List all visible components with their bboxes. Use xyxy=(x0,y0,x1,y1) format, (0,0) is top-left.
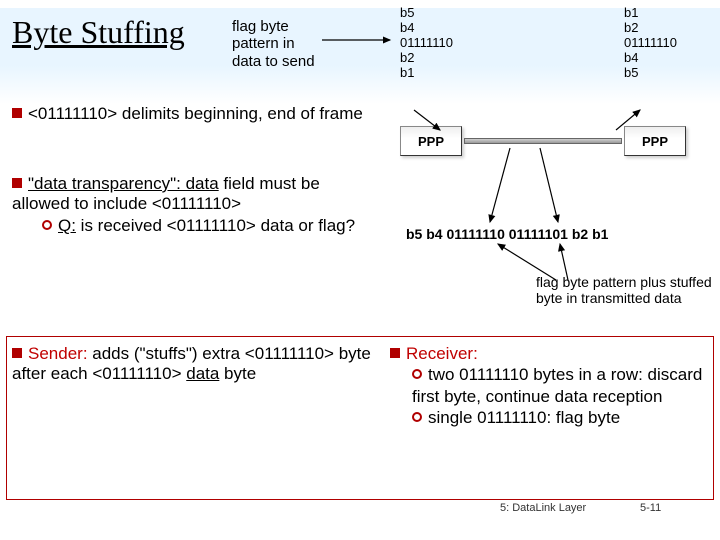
receiver-label: Receiver: xyxy=(406,344,478,363)
byte-stream: b5 b4 01111110 01111101 b2 b1 xyxy=(406,226,608,242)
left-byte-col: b5 b4 01111110 b2 b1 xyxy=(400,6,472,81)
bullet-text: <01111110> delimits beginning, end of fr… xyxy=(28,104,363,123)
receiver-sub2: single 01111110: flag byte xyxy=(428,408,620,427)
circle-bullet-icon xyxy=(42,220,52,230)
ppp-left-box: PPP xyxy=(400,126,462,156)
q-text: is received <01111110> data or flag? xyxy=(76,216,355,235)
byte-label: 01111110 xyxy=(624,36,696,51)
ppp-diagram: b5 b4 01111110 b2 b1 b1 b2 01111110 b4 b… xyxy=(380,10,710,220)
byte-label: 01111110 xyxy=(400,36,472,51)
byte-label: b1 xyxy=(624,6,696,21)
bullet-receiver: Receiver: two 01111110 bytes in a row: d… xyxy=(390,344,710,428)
data-word: data xyxy=(186,364,219,383)
stuffed-label: flag byte pattern plus stuffed byte in t… xyxy=(536,274,716,306)
square-bullet-icon xyxy=(12,108,22,118)
sender-tail: byte xyxy=(219,364,256,383)
circle-bullet-icon xyxy=(412,369,422,379)
byte-label: b2 xyxy=(400,51,472,66)
bullet-sender: Sender: adds ("stuffs") extra <01111110>… xyxy=(12,344,382,385)
byte-label: b2 xyxy=(624,21,696,36)
byte-label: b5 xyxy=(400,6,472,21)
bullet-delimits: <01111110> delimits beginning, end of fr… xyxy=(12,104,372,124)
byte-label: b4 xyxy=(400,21,472,36)
square-bullet-icon xyxy=(390,348,400,358)
right-byte-col: b1 b2 01111110 b4 b5 xyxy=(624,6,696,81)
byte-label: b5 xyxy=(624,66,696,81)
receiver-sub1: two 01111110 bytes in a row: discard fir… xyxy=(412,365,702,405)
byte-label: b4 xyxy=(624,51,696,66)
bullet-transparency: "data transparency": data field must be … xyxy=(12,174,377,236)
page-number: 5-11 xyxy=(640,502,661,514)
link-bar xyxy=(464,138,622,144)
ppp-right-box: PPP xyxy=(624,126,686,156)
flag-byte-label: flag byte pattern in data to send xyxy=(232,18,322,70)
page-title: Byte Stuffing xyxy=(12,14,185,51)
circle-bullet-icon xyxy=(412,412,422,422)
square-bullet-icon xyxy=(12,178,22,188)
sender-label: Sender: xyxy=(28,344,88,363)
square-bullet-icon xyxy=(12,348,22,358)
q-label: Q: xyxy=(58,216,76,235)
footer-text: 5: DataLink Layer xyxy=(500,502,586,514)
bullet-text: "data transparency": data xyxy=(28,174,219,193)
byte-label: b1 xyxy=(400,66,472,81)
